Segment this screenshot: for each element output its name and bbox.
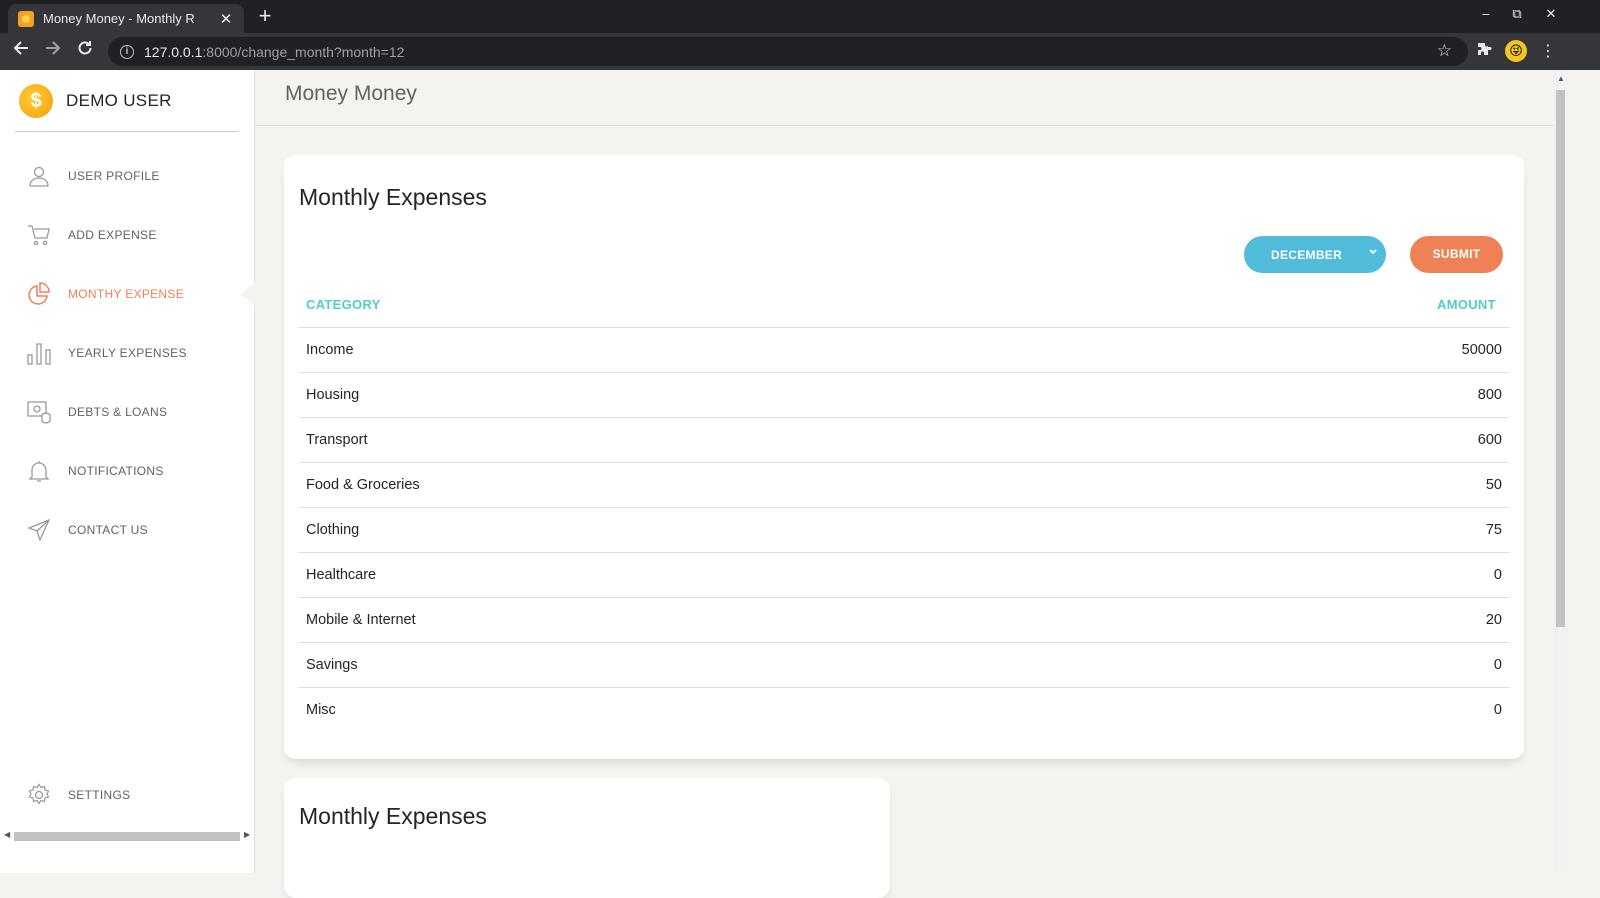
sidebar-item-label: NOTIFICATIONS [68, 463, 164, 478]
browser-menu-icon[interactable]: ⋮ [1537, 41, 1559, 61]
sidebar-item-settings[interactable]: SETTINGS [0, 765, 254, 824]
sidebar-brand[interactable]: $ DEMO USER [15, 70, 239, 132]
sidebar-item-yearly-expenses[interactable]: YEARLY EXPENSES [0, 323, 254, 382]
sidebar-item-label: USER PROFILE [68, 168, 160, 183]
amount-cell: 50 [1485, 477, 1502, 493]
amount-cell: 0 [1493, 657, 1502, 673]
bank-icon [27, 400, 51, 423]
profile-avatar-icon[interactable]: 😜 [1505, 40, 1527, 62]
amount-cell: 600 [1477, 432, 1502, 448]
sidebar-item-label: YEARLY EXPENSES [68, 345, 187, 360]
bell-icon [28, 460, 50, 482]
column-header-amount: AMOUNT [1437, 297, 1496, 312]
card-title: Monthly Expenses [299, 184, 487, 210]
sidebar-item-notifications[interactable]: NOTIFICATIONS [0, 441, 254, 500]
sidebar: $ DEMO USER USER PROFILE ADD EXPENSE MON… [0, 70, 255, 873]
scrollbar-thumb[interactable] [1556, 90, 1565, 627]
bookmark-star-icon[interactable]: ☆ [1437, 41, 1452, 61]
minimize-icon[interactable]: – [1476, 6, 1496, 21]
user-name: DEMO USER [66, 90, 172, 110]
send-icon [27, 518, 51, 542]
sidebar-item-label: CONTACT US [68, 522, 148, 537]
coin-logo-icon: $ [19, 83, 53, 118]
chevron-down-icon [1368, 247, 1378, 260]
category-cell: Income [306, 342, 354, 358]
table-row: Savings 0 [299, 643, 1509, 688]
category-cell: Mobile & Internet [306, 612, 416, 628]
browser-tab-bar: Money Money - Monthly R ✕ + – ⧉ ✕ [0, 0, 1600, 33]
window-close-icon[interactable]: ✕ [1541, 6, 1561, 22]
submit-button[interactable]: SUBMIT [1410, 236, 1503, 273]
category-cell: Transport [306, 432, 368, 448]
new-tab-button[interactable]: + [252, 4, 278, 30]
navbar-brand[interactable]: Money Money [285, 82, 417, 106]
amount-cell: 0 [1493, 702, 1502, 718]
sidebar-item-label: SETTINGS [68, 787, 131, 802]
sidebar-item-user-profile[interactable]: USER PROFILE [0, 146, 254, 205]
amount-cell: 20 [1485, 612, 1502, 628]
sidebar-menu: USER PROFILE ADD EXPENSE MONTHY EXPENSE … [0, 146, 255, 559]
pie-chart-icon [28, 281, 50, 305]
reload-icon[interactable] [72, 39, 98, 65]
extensions-icon[interactable] [1473, 41, 1495, 62]
favicon-icon [18, 10, 34, 27]
tab-close-icon[interactable]: ✕ [218, 10, 234, 28]
table-row: Transport 600 [299, 418, 1509, 463]
monthly-expenses-card-2: Monthly Expenses [284, 778, 890, 898]
category-cell: Savings [306, 657, 358, 673]
browser-toolbar: i 127.0.0.1:8000/change_month?month=12 ☆… [0, 33, 1600, 70]
bar-chart-icon [27, 342, 51, 365]
amount-cell: 800 [1477, 387, 1502, 403]
forward-icon[interactable] [40, 39, 66, 65]
amount-cell: 75 [1485, 522, 1502, 538]
month-select[interactable]: DECEMBER [1244, 236, 1386, 273]
url-host: 127.0.0.1 [144, 43, 203, 60]
sidebar-horizontal-scrollbar[interactable]: ◀ ▶ [4, 830, 250, 842]
scrollbar-thumb[interactable] [14, 832, 240, 841]
tab-title: Money Money - Monthly R [43, 11, 195, 26]
category-cell: Misc [306, 702, 336, 718]
top-navbar: Money Money [255, 70, 1553, 126]
category-cell: Food & Groceries [306, 477, 420, 493]
address-bar[interactable]: i 127.0.0.1:8000/change_month?month=12 ☆ [108, 37, 1468, 66]
table-row: Food & Groceries 50 [299, 463, 1509, 508]
sidebar-item-label: DEBTS & LOANS [68, 404, 168, 419]
site-info-icon[interactable]: i [120, 44, 134, 59]
restore-icon[interactable]: ⧉ [1507, 6, 1527, 22]
card-title: Monthly Expenses [299, 803, 487, 829]
category-cell: Housing [306, 387, 360, 403]
table-row: Clothing 75 [299, 508, 1509, 553]
sidebar-item-monthly-expense[interactable]: MONTHY EXPENSE [0, 264, 255, 323]
url-path: :8000/change_month?month=12 [202, 43, 405, 60]
category-cell: Healthcare [306, 567, 377, 583]
sidebar-item-label: MONTHY EXPENSE [68, 286, 185, 301]
scroll-right-icon[interactable]: ▶ [244, 830, 250, 839]
sidebar-item-debts-loans[interactable]: DEBTS & LOANS [0, 382, 254, 441]
amount-cell: 0 [1493, 567, 1502, 583]
gear-icon [28, 782, 50, 805]
browser-tab[interactable]: Money Money - Monthly R ✕ [8, 4, 244, 33]
column-header-category: CATEGORY [306, 297, 381, 312]
back-icon[interactable] [8, 39, 34, 65]
month-select-value: DECEMBER [1271, 247, 1343, 262]
table-row: Housing 800 [299, 373, 1509, 418]
sidebar-item-add-expense[interactable]: ADD EXPENSE [0, 205, 254, 264]
page-vertical-scrollbar[interactable]: ▲ [1553, 70, 1568, 873]
sidebar-item-contact-us[interactable]: CONTACT US [0, 500, 254, 559]
sidebar-item-label: ADD EXPENSE [68, 227, 157, 242]
category-cell: Clothing [306, 522, 360, 538]
table-row: Mobile & Internet 20 [299, 598, 1509, 643]
table-row: Healthcare 0 [299, 553, 1509, 598]
cart-icon [28, 224, 50, 245]
table-row: Income 50000 [299, 328, 1509, 373]
user-icon [29, 166, 49, 187]
scroll-up-icon[interactable]: ▲ [1557, 74, 1565, 83]
table-row: Misc 0 [299, 688, 1509, 733]
scroll-left-icon[interactable]: ◀ [4, 830, 10, 839]
amount-cell: 50000 [1461, 342, 1502, 358]
